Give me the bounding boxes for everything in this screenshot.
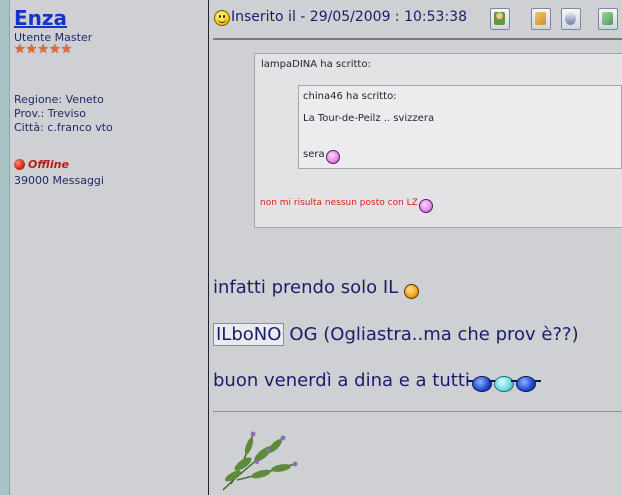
quote-reply-label: non mi risulta nessun posto con LZ [260, 198, 418, 208]
post-line-3-text: buon venerdì a dina e a tutti [213, 370, 470, 391]
left-edge-strip [0, 0, 10, 495]
plant-signature-image [222, 431, 298, 491]
blue-creature-icon [466, 375, 497, 392]
highlighted-word: ILboNO [213, 323, 285, 346]
home-icon[interactable] [531, 8, 551, 30]
user-status: Offline [14, 158, 69, 171]
smiley-icon [214, 10, 230, 26]
star-icon: ★ [37, 42, 49, 57]
nested-quote-block: china46 ha scritto: La Tour-de-Peilz .. … [298, 85, 622, 169]
star-icon: ★ [14, 42, 26, 57]
orange-smiley-icon [404, 284, 420, 299]
user-region: Regione: Veneto [14, 93, 104, 106]
signature-divider [213, 411, 622, 412]
post-header: Inserito il - 29/05/2009 : 10:53:38 [209, 6, 622, 34]
user-rank-stars: ★ ★ ★ ★ ★ [14, 43, 72, 57]
blue-creature-icon [510, 375, 541, 392]
quote-block: lampaDINA ha scritto: china46 ha scritto… [254, 53, 622, 228]
posted-timestamp: Inserito il - 29/05/2009 : 10:53:38 [231, 9, 467, 25]
user-city: Città: c.franco vto [14, 121, 113, 134]
user-province: Prov.: Treviso [14, 107, 86, 120]
email-icon[interactable] [561, 8, 581, 30]
post-line-1-text: infatti prendo solo IL [213, 277, 399, 298]
nested-quote-author: china46 ha scritto: [303, 91, 397, 102]
nested-quote-word: sera [303, 148, 325, 160]
message-count: 39000 Messaggi [14, 174, 104, 187]
user-panel: Enza Utente Master ★ ★ ★ ★ ★ Regione: Ve… [10, 0, 209, 495]
post-line-2: ILboNO OG (Ogliastra..ma che prov è??) [213, 323, 579, 346]
cyan-creature-icon [488, 375, 519, 392]
waving-emoticons [466, 375, 541, 392]
offline-status-icon [14, 159, 25, 170]
purple-smiley-icon [418, 199, 433, 213]
nested-quote-text-2: sera [303, 147, 340, 164]
profile-icon[interactable] [490, 8, 510, 30]
post-line-2-text: OG (Ogliastra..ma che prov è??) [289, 324, 579, 345]
quote-reply-text: non mi risulta nessun posto con LZ [260, 196, 433, 213]
user-location: Regione: Veneto Prov.: Treviso Città: c.… [14, 93, 113, 135]
post-line-3: buon venerdì a dina e a tutti [213, 370, 541, 392]
post-content: Inserito il - 29/05/2009 : 10:53:38 lamp… [209, 0, 622, 495]
status-label: Offline [28, 158, 69, 171]
star-icon: ★ [25, 42, 38, 57]
header-divider [213, 38, 622, 40]
reply-icon[interactable] [598, 8, 618, 30]
post-line-1: infatti prendo solo IL [213, 277, 420, 299]
star-icon: ★ [48, 42, 61, 57]
purple-smiley-icon [325, 150, 340, 164]
star-icon: ★ [60, 42, 73, 57]
username-link[interactable]: Enza [14, 6, 67, 30]
quote-author: lampaDINA ha scritto: [261, 59, 371, 70]
nested-quote-text: La Tour-de-Peilz .. svizzera [303, 113, 435, 124]
